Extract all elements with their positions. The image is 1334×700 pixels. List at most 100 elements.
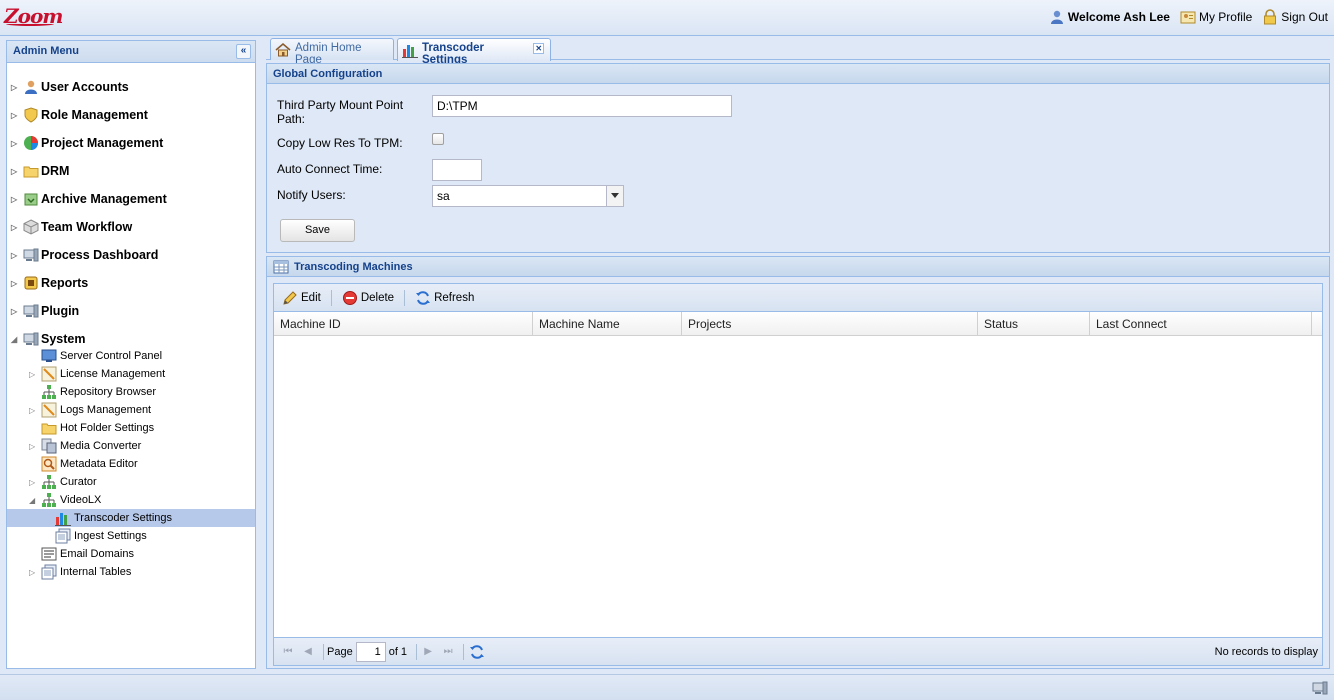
sign-out-link[interactable]: Sign Out [1262,9,1328,25]
column-projects[interactable]: Projects [682,312,978,336]
column-machine-name[interactable]: Machine Name [533,312,682,336]
server-icon [23,332,39,346]
transcoding-machines-panel: Transcoding Machines Edit Delete Refresh… [266,256,1330,669]
menu-item-license-management[interactable]: ▷ License Management [7,365,255,383]
page-label: Page [327,645,353,658]
prev-page-icon[interactable]: ◀ [300,644,316,660]
column-last-connect[interactable]: Last Connect [1090,312,1312,336]
expand-arrow-icon[interactable]: ▷ [29,478,39,487]
expand-arrow-icon[interactable]: ▷ [11,279,23,288]
menu-item-user-accounts[interactable]: ▷ User Accounts [7,73,255,101]
menu-item-label: Ingest Settings [74,530,147,542]
refresh-button[interactable]: Refresh [412,288,477,308]
auto-connect-label: Auto Connect Time: [277,162,383,176]
menu-item-curator[interactable]: ▷ Curator [7,473,255,491]
delete-button[interactable]: Delete [339,288,397,308]
expand-arrow-icon[interactable]: ▷ [11,251,23,260]
next-page-icon[interactable]: ▶ [420,644,436,660]
menu-item-label: Internal Tables [60,566,132,578]
menu-item-email-domains[interactable]: Email Domains [7,545,255,563]
expand-arrow-icon[interactable]: ▷ [11,167,23,176]
zoom-logo[interactable]: Zoom [4,4,63,28]
folder-icon [23,166,39,178]
expand-arrow-icon[interactable]: ▷ [11,139,23,148]
bar-chart-icon [402,45,418,58]
monitor-icon [41,349,57,362]
grid-column-headers: Machine ID Machine Name Projects Status … [274,312,1322,336]
cube-icon [23,219,39,235]
expand-arrow-icon[interactable]: ▷ [11,83,23,92]
menu-item-plugin[interactable]: ▷ Plugin [7,297,255,325]
notify-users-select[interactable]: sa [432,185,624,207]
collapse-icon: « [240,45,247,56]
menu-item-role-management[interactable]: ▷ Role Management [7,101,255,129]
menu-item-label: DRM [41,164,70,178]
admin-menu-panel: Admin Menu « ▷ User Accounts ▷ Role Mana… [6,40,256,669]
toolbar-separator [330,289,332,306]
page-number-input[interactable] [355,641,386,662]
collapse-menu-button[interactable]: « [236,44,251,59]
menu-item-ingest-settings[interactable]: Ingest Settings [7,527,255,545]
edit-button[interactable]: Edit [279,288,324,308]
expand-arrow-icon[interactable]: ▷ [29,406,39,415]
expand-arrow-icon[interactable]: ▷ [11,195,23,204]
auto-connect-input[interactable] [432,159,482,181]
chevron-down-icon[interactable] [606,186,623,206]
panel-title: Transcoding Machines [294,260,413,273]
close-tab-icon[interactable]: ✕ [533,43,544,54]
refresh-icon[interactable] [469,644,485,660]
first-page-icon[interactable]: ⏮ [280,644,296,660]
menu-item-label: Server Control Panel [60,350,163,362]
menu-item-internal-tables[interactable]: ▷ Internal Tables [7,563,255,581]
copy-low-res-checkbox[interactable] [432,133,444,145]
save-button[interactable]: Save [280,219,355,242]
refresh-icon [416,290,431,305]
menu-item-archive-management[interactable]: ▷ Archive Management [7,185,255,213]
menu-item-reports[interactable]: ▷ Reports [7,269,255,297]
global-configuration-header: Global Configuration [267,64,1329,84]
expand-arrow-icon[interactable]: ▷ [29,568,39,577]
tab-admin-home-page[interactable]: Admin Home Page [270,38,394,66]
expand-arrow-icon[interactable]: ▷ [11,111,23,120]
menu-item-label: Team Workflow [41,220,133,234]
menu-item-label: User Accounts [41,80,129,94]
menu-item-logs-management[interactable]: ▷ Logs Management [7,401,255,419]
hierarchy-icon [42,475,56,489]
expand-arrow-icon[interactable]: ▷ [29,370,39,379]
pie-chart-icon [24,136,38,150]
menu-item-metadata-editor[interactable]: Metadata Editor [7,455,255,473]
metadata-icon [41,456,57,472]
lock-icon [1264,9,1277,25]
my-profile-link[interactable]: My Profile [1180,9,1252,25]
pages-icon [41,564,57,580]
grid-toolbar: Edit Delete Refresh [274,284,1322,312]
menu-item-label: Repository Browser [60,386,156,398]
menu-item-label: Process Dashboard [41,248,159,262]
collapse-arrow-icon[interactable]: ◢ [11,335,23,344]
menu-item-server-control-panel[interactable]: Server Control Panel [7,347,255,365]
menu-item-transcoder-settings[interactable]: Transcoder Settings [7,509,255,527]
toolbar-separator [463,643,465,660]
menu-item-repository-browser[interactable]: Repository Browser [7,383,255,401]
menu-item-hot-folder-settings[interactable]: Hot Folder Settings [7,419,255,437]
menu-item-process-dashboard[interactable]: ▷ Process Dashboard [7,241,255,269]
menu-item-drm[interactable]: ▷ DRM [7,157,255,185]
menu-item-project-management[interactable]: ▷ Project Management [7,129,255,157]
menu-item-media-converter[interactable]: ▷ Media Converter [7,437,255,455]
pen-icon [41,402,57,418]
mount-point-label: Third Party Mount Point Path: [277,98,404,126]
collapse-arrow-icon[interactable]: ◢ [29,496,39,505]
server-icon[interactable] [1312,680,1328,696]
expand-arrow-icon[interactable]: ▷ [11,223,23,232]
menu-item-videolx[interactable]: ◢ VideoLX [7,491,255,509]
tab-transcoder-settings[interactable]: Transcoder Settings ✕ [397,38,551,66]
column-machine-id[interactable]: Machine ID [274,312,533,336]
grid-pager: ⏮ ◀ Page of 1 ▶ ⏭ No records to display [274,637,1322,665]
column-status[interactable]: Status [978,312,1090,336]
mount-point-input[interactable]: D:\TPM [432,95,732,117]
expand-arrow-icon[interactable]: ▷ [29,442,39,451]
delete-label: Delete [360,291,395,304]
expand-arrow-icon[interactable]: ▷ [11,307,23,316]
menu-item-team-workflow[interactable]: ▷ Team Workflow [7,213,255,241]
last-page-icon[interactable]: ⏭ [440,644,456,660]
